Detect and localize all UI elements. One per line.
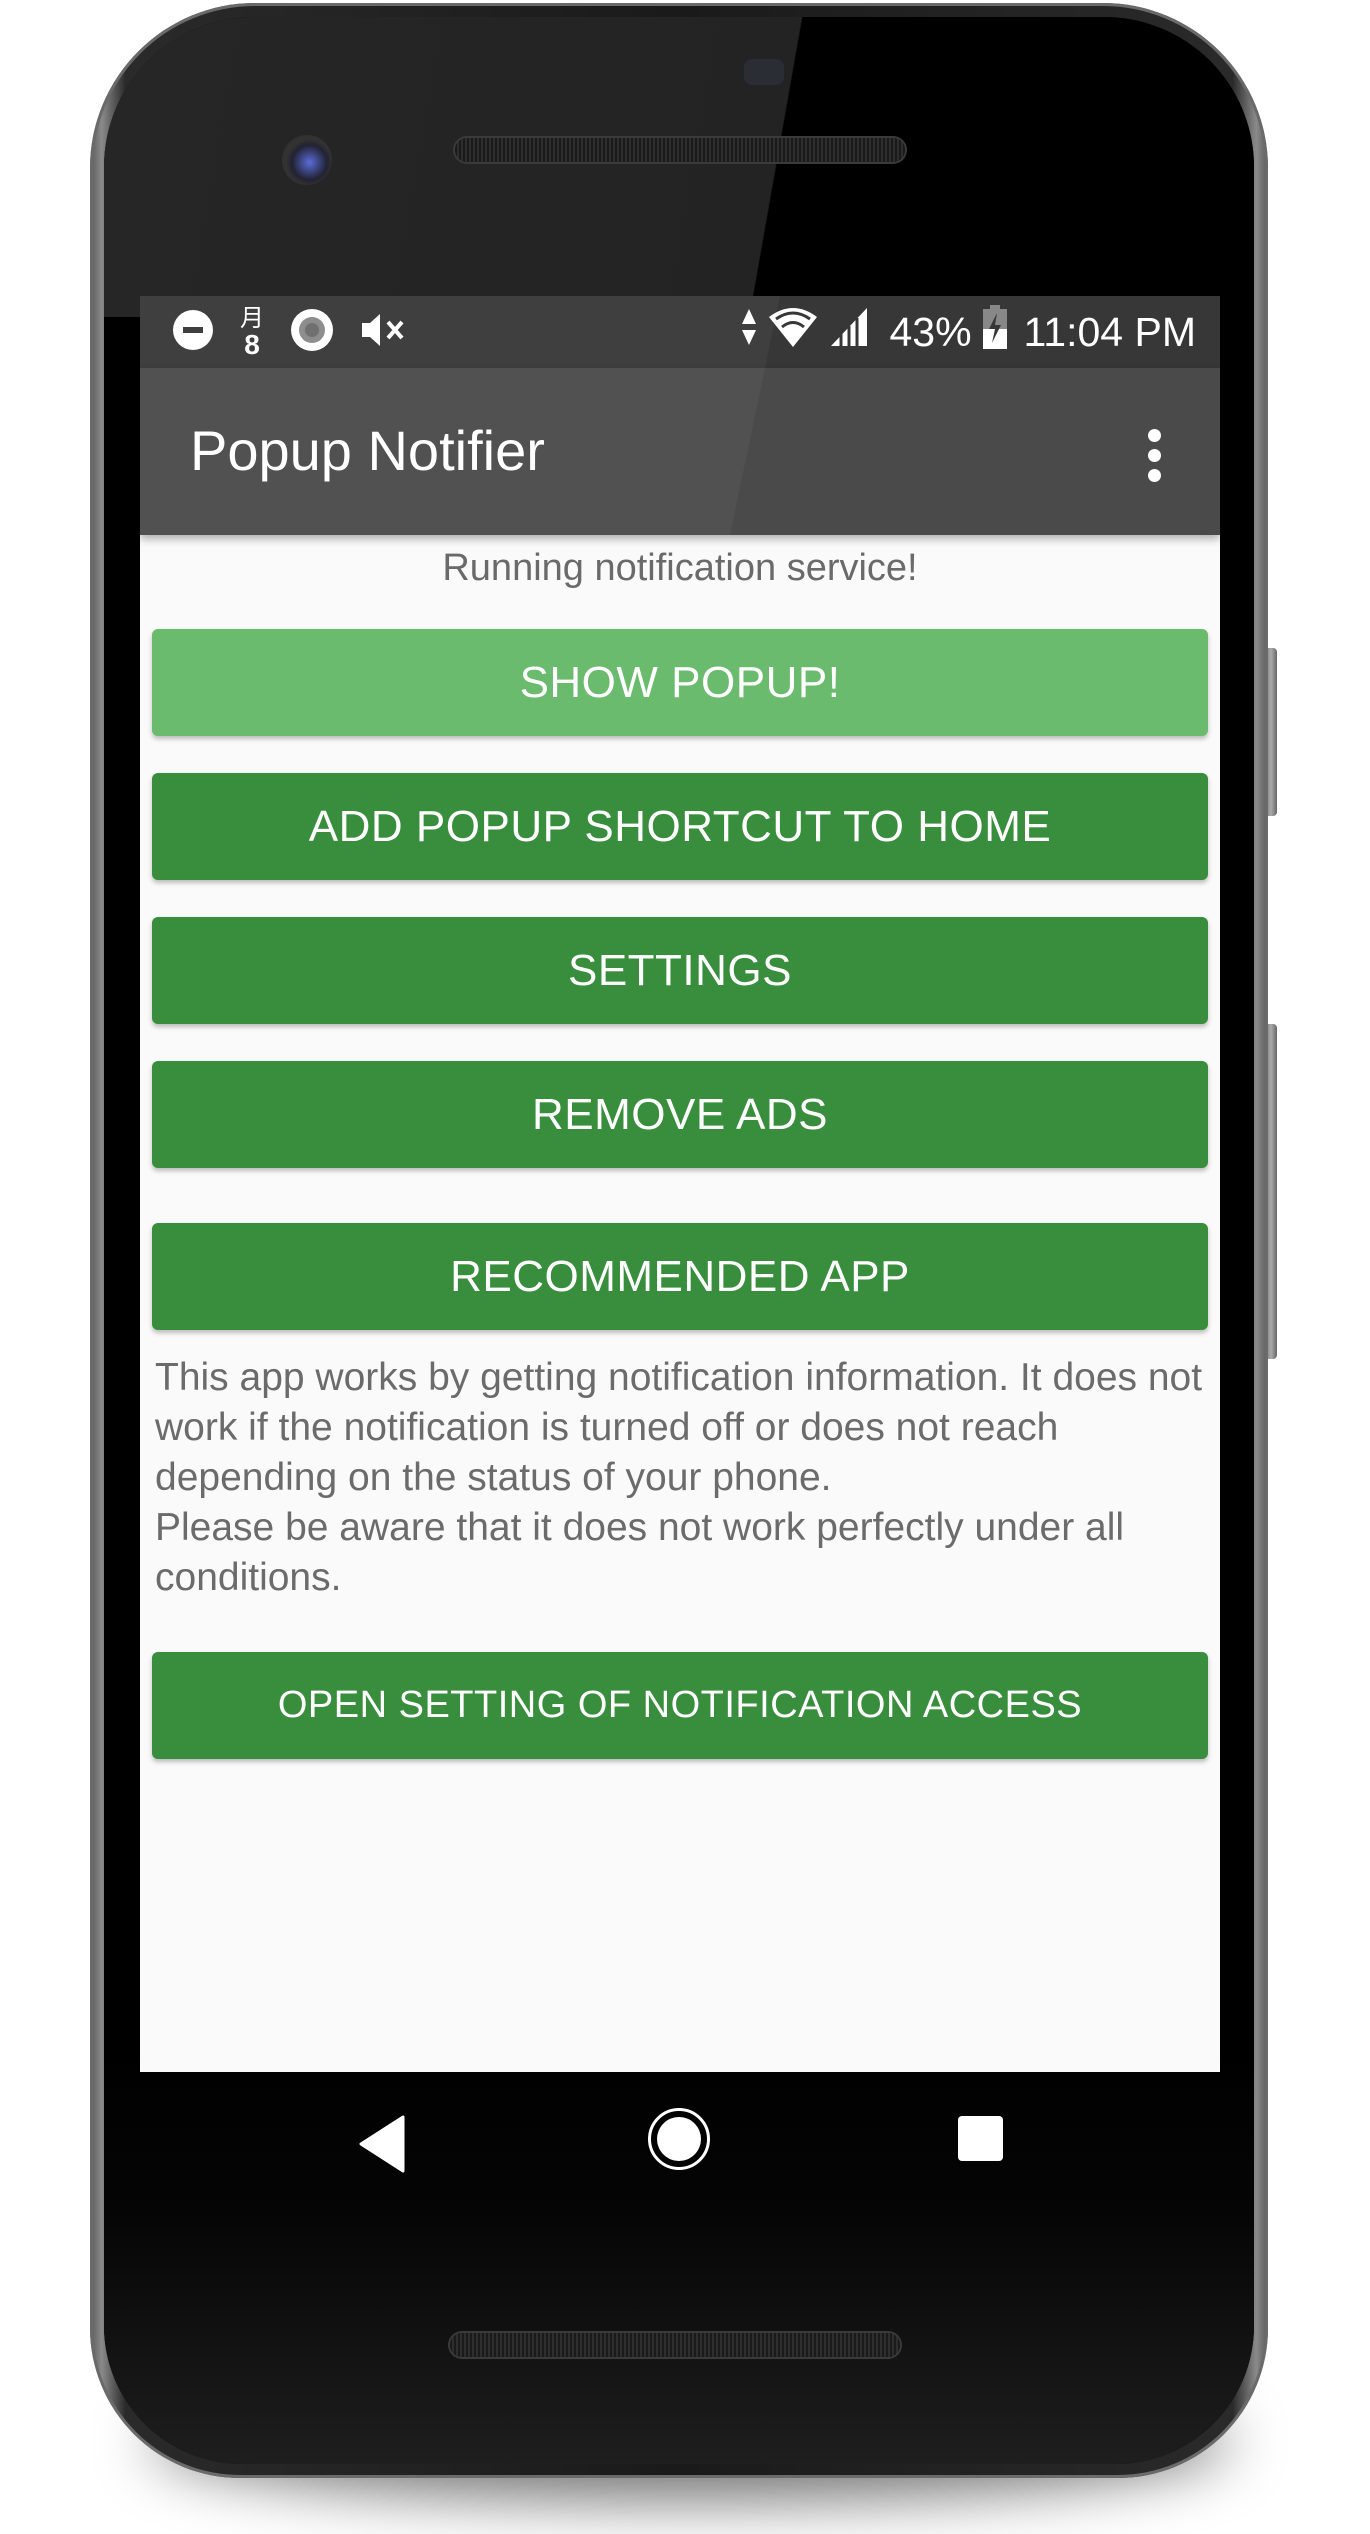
recents-icon[interactable] [958,2116,1003,2161]
recommended-app-button[interactable]: RECOMMENDED APP [152,1223,1208,1330]
status-bar-right: 43% 11:04 PM [741,296,1196,368]
navigation-bar [140,2072,1220,2242]
home-icon[interactable] [648,2108,710,2170]
service-status-text: Running notification service! [442,547,918,589]
do-not-disturb-icon [172,309,214,356]
battery-percent: 43% [889,308,972,355]
status-bar-left: 月 8 [172,296,410,368]
add-shortcut-button[interactable]: ADD POPUP SHORTCUT TO HOME [152,773,1208,880]
top-speaker [455,138,905,162]
battery-charging-icon [982,305,1008,359]
data-arrows-icon [741,307,757,357]
notification-access-button[interactable]: OPEN SETTING OF NOTIFICATION ACCESS [152,1652,1208,1759]
more-vert-icon[interactable] [1124,420,1184,490]
calendar-day: 8 [244,329,260,360]
settings-button[interactable]: SETTINGS [152,917,1208,1024]
main-content: Running notification service! SHOW POPUP… [140,535,1220,2072]
bezel-top [104,17,1254,317]
front-camera [282,135,332,185]
calendar-day-icon: 月 8 [240,306,264,360]
device-screen: 月 8 43% 11:04 PM Popup Notifier Running … [140,296,1220,2072]
show-popup-button[interactable]: SHOW POPUP! [152,629,1208,736]
bottom-speaker [450,2333,900,2357]
mute-icon [360,310,410,355]
cell-signal-icon [829,306,871,358]
app-bar: Popup Notifier [140,368,1220,535]
status-bar: 月 8 43% 11:04 PM [140,296,1220,368]
remove-ads-button[interactable]: REMOVE ADS [152,1061,1208,1168]
clock: 11:04 PM [1023,308,1196,355]
wifi-icon [767,305,819,359]
app-title: Popup Notifier [190,419,545,482]
back-icon[interactable] [357,2115,407,2178]
record-icon [290,308,334,357]
info-text: This app works by getting notification i… [155,1356,1203,1599]
menu-dot [1147,448,1161,462]
proximity-sensor [744,59,784,85]
menu-dot [1147,468,1161,482]
menu-dot [1147,428,1161,442]
